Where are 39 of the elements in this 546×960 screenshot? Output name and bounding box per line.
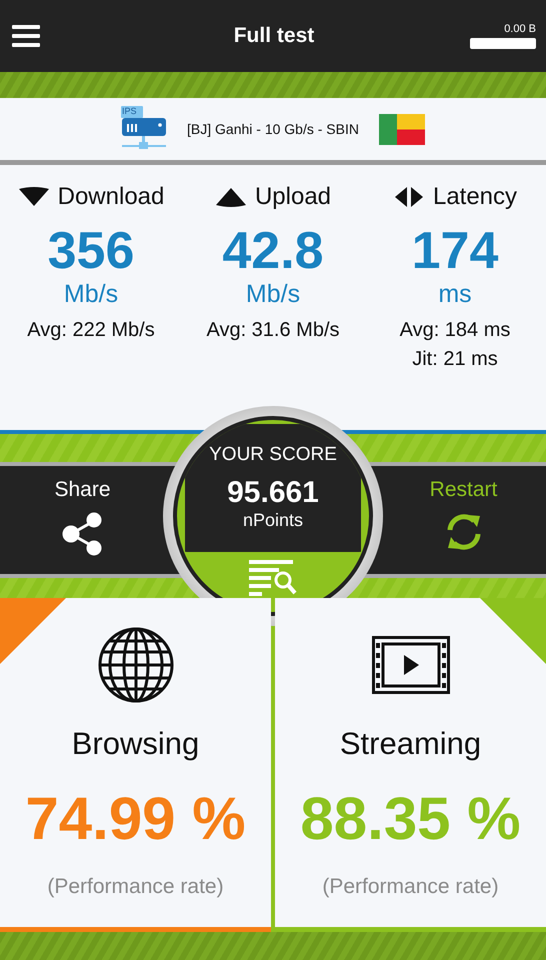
metric-detail: Avg: 184 ms (400, 319, 510, 342)
metric-value: 356 (48, 223, 134, 280)
score-value: 95.661 (227, 476, 319, 510)
usage-bar (470, 38, 536, 49)
latency-icon (392, 186, 425, 208)
metric-detail: Jit: 21 ms (412, 348, 498, 372)
metric-label: Upload (254, 183, 332, 211)
metric-detail: Avg: 222 Mb/s (27, 319, 155, 342)
metric-unit: Mb/s (64, 280, 118, 310)
up-arrow-icon (214, 186, 247, 208)
share-button[interactable]: Share (0, 466, 165, 574)
performance-caption: (Performance rate) (47, 875, 224, 899)
metric-detail: Avg: 31.6 Mb/s (206, 319, 340, 342)
globe-icon (96, 626, 174, 704)
flag-icon (378, 114, 425, 144)
data-used-text: 0.00 B (504, 23, 536, 35)
server-name[interactable]: [BJ] Ganhi - 10 Gb/s - SBIN (187, 121, 359, 137)
score-unit: nPoints (242, 510, 304, 531)
performance-caption: (Performance rate) (322, 875, 499, 899)
search-list-icon (249, 560, 297, 596)
metric-label: Latency (432, 183, 518, 211)
card-title: Browsing (72, 726, 200, 762)
metric-unit: Mb/s (246, 280, 300, 310)
metric-value: 42.8 (222, 223, 324, 280)
share-icon (62, 512, 104, 556)
server-icon (121, 106, 168, 152)
menu-icon[interactable] (12, 25, 40, 47)
ips-label: IPS (122, 106, 137, 116)
score-title: YOUR SCORE (209, 444, 337, 466)
screen-title: Full test (232, 24, 316, 48)
metric-label: Download (58, 183, 164, 211)
performance-value: 74.99 % (25, 784, 246, 853)
film-play-icon (372, 636, 450, 694)
performance-value: 88.35 % (300, 784, 521, 853)
card-title: Streaming (340, 726, 482, 762)
metric-value: 174 (412, 223, 498, 280)
down-arrow-icon (18, 186, 50, 208)
restart-button[interactable]: Restart (381, 466, 546, 574)
metric-unit: ms (438, 280, 472, 310)
